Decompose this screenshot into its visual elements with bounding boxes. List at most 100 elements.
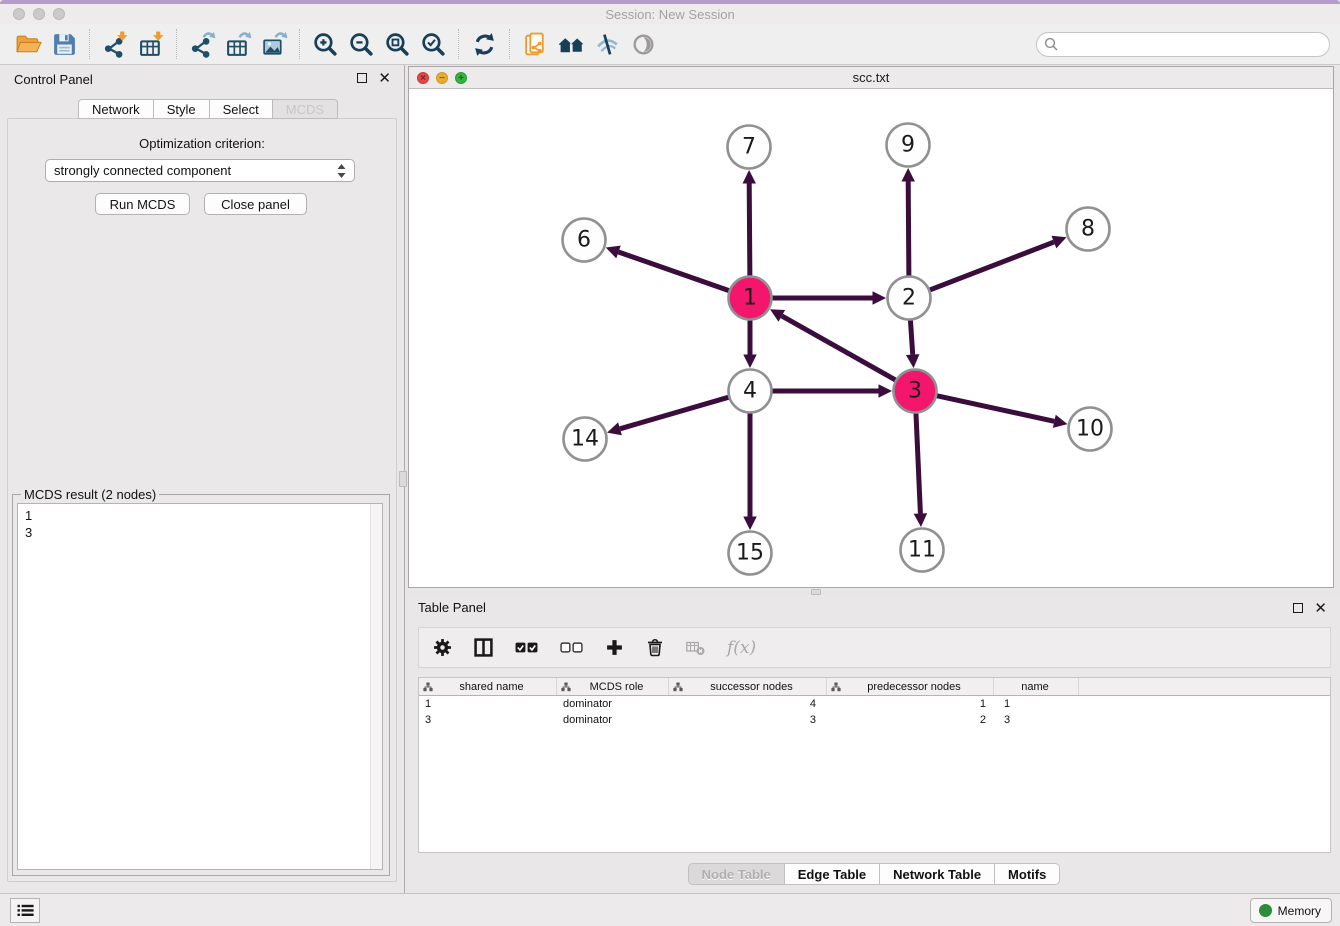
- tab-style[interactable]: Style: [154, 99, 210, 119]
- cell-successor-nodes[interactable]: 4: [669, 698, 827, 710]
- float-panel-icon[interactable]: [357, 73, 367, 83]
- tab-network[interactable]: Network: [78, 99, 154, 119]
- tab-node-table[interactable]: Node Table: [688, 863, 785, 885]
- column-header-shared-name[interactable]: shared name: [419, 678, 557, 695]
- control-panel: Control Panel ✕ Network Style Select MCD…: [0, 65, 405, 893]
- table-row[interactable]: 1 dominator 4 1 1: [419, 696, 1330, 712]
- delete-column-trash-icon[interactable]: [646, 638, 664, 657]
- edge-1-7[interactable]: [749, 184, 750, 280]
- save-session-button[interactable]: [48, 28, 80, 60]
- search-icon: [1044, 37, 1058, 51]
- network-maximize-icon[interactable]: +: [455, 72, 467, 84]
- vertical-splitter-handle[interactable]: [399, 471, 407, 487]
- node-label-11: 11: [908, 538, 936, 563]
- network-minimize-icon[interactable]: −: [436, 72, 448, 84]
- list-icon: [17, 904, 34, 917]
- edge-2-8[interactable]: [926, 242, 1054, 291]
- close-panel-button[interactable]: Close panel: [204, 193, 307, 215]
- column-header-mcds-role[interactable]: MCDS role: [557, 678, 669, 695]
- criterion-dropdown[interactable]: strongly connected component: [45, 159, 355, 182]
- zoom-out-button[interactable]: [345, 28, 377, 60]
- edge-3-1[interactable]: [782, 316, 899, 382]
- toolbar-separator: [299, 29, 300, 59]
- function-builder-icon-disabled: f(x): [727, 638, 756, 658]
- float-table-panel-icon[interactable]: [1293, 603, 1303, 613]
- zoom-in-button[interactable]: [309, 28, 341, 60]
- table-panel: Table Panel ✕ f(x) shared name MCDS role…: [408, 595, 1340, 890]
- create-column-plus-icon[interactable]: [605, 638, 624, 657]
- import-table-button[interactable]: [135, 28, 167, 60]
- document-network-icon: [522, 31, 549, 58]
- cell-name[interactable]: 3: [994, 714, 1079, 726]
- memory-button[interactable]: Memory: [1250, 898, 1332, 923]
- zoom-selected-button[interactable]: [417, 28, 449, 60]
- edge-2-9[interactable]: [908, 182, 909, 280]
- column-header-name[interactable]: name: [994, 678, 1079, 695]
- cell-shared-name[interactable]: 3: [419, 714, 557, 726]
- tab-select[interactable]: Select: [210, 99, 273, 119]
- criterion-dropdown-value: strongly connected component: [54, 163, 231, 178]
- optimization-criterion-label: Optimization criterion:: [8, 136, 396, 151]
- select-all-columns-icon[interactable]: [515, 638, 538, 657]
- close-table-panel-icon[interactable]: ✕: [1314, 603, 1327, 613]
- export-table-button[interactable]: [222, 28, 254, 60]
- show-column-panel-icon[interactable]: [474, 638, 493, 657]
- network-close-icon[interactable]: ×: [417, 72, 429, 84]
- app-title: Session: New Session: [0, 7, 1340, 22]
- edge-3-10[interactable]: [933, 395, 1054, 421]
- cell-shared-name[interactable]: 1: [419, 698, 557, 710]
- show-all-button[interactable]: [627, 28, 659, 60]
- run-mcds-button[interactable]: Run MCDS: [95, 193, 190, 215]
- control-panel-tabs: Network Style Select MCDS: [78, 99, 338, 119]
- edge-3-11[interactable]: [916, 410, 921, 514]
- edge-4-14[interactable]: [620, 396, 732, 429]
- export-image-button[interactable]: [258, 28, 290, 60]
- close-panel-icon[interactable]: ✕: [378, 73, 391, 83]
- cell-name[interactable]: 1: [994, 698, 1079, 710]
- tab-network-table[interactable]: Network Table: [880, 863, 995, 885]
- new-network-from-selection-button[interactable]: [519, 28, 551, 60]
- open-session-button[interactable]: [12, 28, 44, 60]
- network-window-title: scc.txt: [409, 67, 1333, 88]
- table-settings-gear-icon[interactable]: [433, 638, 452, 657]
- zoom-fit-icon: [384, 31, 411, 58]
- zoom-fit-button[interactable]: [381, 28, 413, 60]
- column-header-successor-nodes[interactable]: successor nodes: [669, 678, 827, 695]
- apply-layout-button[interactable]: [468, 28, 500, 60]
- network-graph-svg[interactable]: 7968124314101511: [409, 89, 1333, 587]
- mcds-result-scrollbar[interactable]: [370, 504, 382, 869]
- network-canvas[interactable]: 7968124314101511: [409, 89, 1333, 587]
- tab-mcds[interactable]: MCDS: [273, 99, 338, 119]
- node-label-15: 15: [736, 541, 764, 566]
- first-neighbors-button[interactable]: [555, 28, 587, 60]
- mcds-result-area[interactable]: 1 3: [17, 503, 383, 870]
- mcds-result-text: 1 3: [18, 504, 369, 869]
- app-titlebar: Session: New Session: [0, 4, 1340, 24]
- cell-mcds-role[interactable]: dominator: [557, 698, 669, 710]
- tab-motifs[interactable]: Motifs: [995, 863, 1060, 885]
- import-network-button[interactable]: [99, 28, 131, 60]
- cell-mcds-role[interactable]: dominator: [557, 714, 669, 726]
- hide-selected-button[interactable]: [591, 28, 623, 60]
- export-network-button[interactable]: [186, 28, 218, 60]
- memory-label: Memory: [1278, 904, 1321, 918]
- search-box[interactable]: [1036, 32, 1330, 57]
- edge-2-3[interactable]: [910, 317, 913, 355]
- control-panel-title: Control Panel: [14, 72, 93, 87]
- mcds-result-title: MCDS result (2 nodes): [21, 487, 159, 502]
- tab-edge-table[interactable]: Edge Table: [785, 863, 880, 885]
- column-edit-icon: [561, 682, 571, 692]
- deselect-all-columns-icon[interactable]: [560, 638, 583, 657]
- column-header-predecessor-nodes[interactable]: predecessor nodes: [827, 678, 994, 695]
- cell-predecessor-nodes[interactable]: 1: [827, 698, 994, 710]
- search-input[interactable]: [1058, 37, 1322, 51]
- network-window-titlebar[interactable]: × − + scc.txt: [409, 67, 1333, 89]
- cell-predecessor-nodes[interactable]: 2: [827, 714, 994, 726]
- table-row[interactable]: 3 dominator 3 2 3: [419, 712, 1330, 728]
- status-menu-button[interactable]: [10, 898, 40, 923]
- node-label-14: 14: [571, 427, 599, 452]
- edge-1-6[interactable]: [619, 252, 733, 292]
- refresh-icon: [471, 31, 498, 58]
- cell-successor-nodes[interactable]: 3: [669, 714, 827, 726]
- network-window: × − + scc.txt 7968124314101511: [408, 66, 1334, 588]
